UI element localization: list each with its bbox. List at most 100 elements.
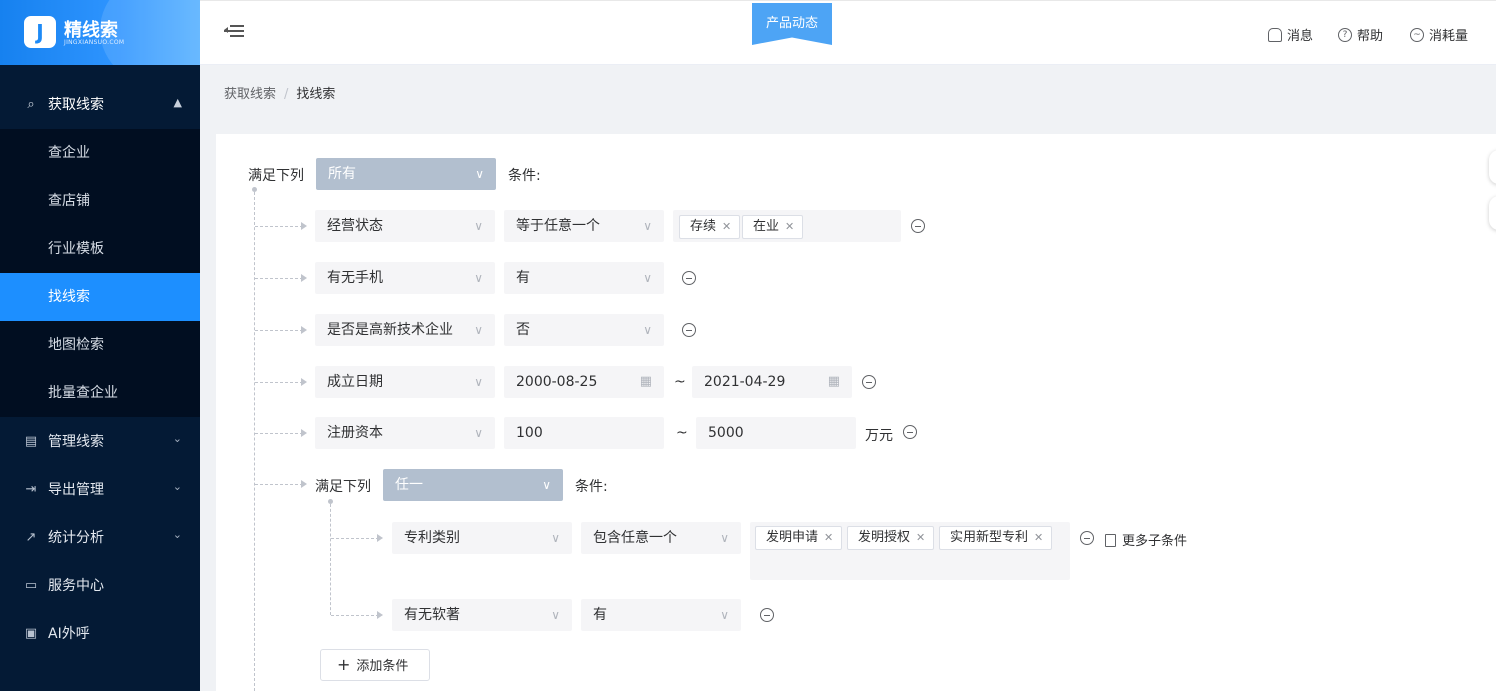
value-text: 有 — [593, 607, 607, 623]
remove-condition-icon[interactable] — [682, 323, 696, 337]
tag-label: 发明申请 — [766, 530, 819, 545]
field-select[interactable]: 有无手机 ∨ — [315, 262, 495, 294]
value-select[interactable]: 有 ∨ — [581, 599, 741, 631]
value-select[interactable]: 有 ∨ — [504, 262, 664, 294]
chevron-down-icon: ∨ — [551, 531, 560, 545]
sidebar-item-export[interactable]: ⇥ 导出管理 ⌄ — [0, 465, 200, 513]
root-match-select[interactable]: 所有 ∨ — [316, 158, 496, 190]
value-text: 有 — [516, 270, 530, 286]
floating-tab[interactable] — [1489, 196, 1496, 230]
chevron-down-icon: ∨ — [474, 426, 483, 440]
unit-label: 万元 — [865, 428, 893, 444]
sidebar-item-query-company[interactable]: 查企业 — [0, 129, 200, 177]
field-value: 成立日期 — [327, 374, 383, 390]
remove-condition-icon[interactable] — [682, 271, 696, 285]
help-link[interactable]: ? 帮助 — [1338, 25, 1383, 44]
sidebar-item-service[interactable]: ▭ 服务中心 — [0, 561, 200, 609]
field-select[interactable]: 专利类别 ∨ — [392, 522, 572, 554]
tag: 在业 ✕ — [742, 215, 804, 239]
clipboard-icon: ▤ — [24, 433, 38, 449]
remove-condition-icon[interactable] — [911, 219, 925, 233]
remove-condition-icon[interactable] — [760, 608, 774, 622]
chevron-down-icon: ∨ — [720, 608, 729, 622]
field-select[interactable]: 成立日期 ∨ — [315, 366, 495, 398]
capital-to-input[interactable]: 5000 — [696, 417, 856, 449]
range-separator: ~ — [676, 425, 688, 441]
close-icon[interactable]: ✕ — [824, 531, 833, 544]
sidebar-item-ai-call[interactable]: ▣ AI外呼 — [0, 609, 200, 657]
tag-select[interactable]: 发明申请 ✕ 发明授权 ✕ 实用新型专利 ✕ — [750, 522, 1070, 580]
chevron-up-icon: ▲ — [173, 96, 182, 109]
card-icon: ▭ — [24, 577, 38, 593]
breadcrumb-current: 找线索 — [296, 87, 336, 102]
field-value: 经营状态 — [327, 218, 383, 234]
remove-condition-icon[interactable] — [862, 375, 876, 389]
messages-link[interactable]: 消息 — [1268, 25, 1313, 44]
remove-condition-icon[interactable] — [903, 425, 917, 439]
menu-group-label: 获取线索 — [48, 97, 104, 113]
field-value: 有无软著 — [404, 607, 460, 623]
collapse-menu-icon[interactable] — [224, 23, 244, 39]
tag-label: 实用新型专利 — [950, 530, 1029, 545]
chart-icon: ↗ — [25, 529, 37, 545]
close-icon[interactable]: ✕ — [1034, 531, 1043, 544]
floating-tab[interactable] — [1489, 150, 1496, 184]
help-label: 帮助 — [1357, 29, 1384, 44]
logo[interactable]: J 精线索 JINGXIANSUO.COM — [0, 0, 200, 65]
chevron-down-icon: ∨ — [551, 608, 560, 622]
subgroup-match-select[interactable]: 任一 ∨ — [383, 469, 563, 501]
chevron-down-icon: ∨ — [643, 271, 652, 285]
field-select[interactable]: 经营状态 ∨ — [315, 210, 495, 242]
root-prefix: 满足下列 — [248, 168, 304, 184]
sidebar: J 精线索 JINGXIANSUO.COM ⌕ 获取线索 ▲ 查企业 查店铺 行… — [0, 0, 200, 691]
more-subconditions-label: 更多子条件 — [1122, 534, 1188, 549]
bell-icon — [1268, 27, 1282, 42]
chevron-down-icon: ∨ — [475, 167, 484, 181]
close-icon[interactable]: ✕ — [785, 220, 794, 233]
breadcrumb-item[interactable]: 获取线索 — [224, 87, 276, 102]
field-select[interactable]: 有无软著 ∨ — [392, 599, 572, 631]
capital-from-value: 100 — [516, 425, 543, 441]
usage-link[interactable]: ~ 消耗量 — [1410, 25, 1468, 44]
sidebar-item-query-shop[interactable]: 查店铺 — [0, 177, 200, 225]
search-icon: ⌕ — [27, 96, 35, 112]
close-icon[interactable]: ✕ — [916, 531, 925, 544]
sidebar-item-manage-leads[interactable]: ▤ 管理线索 ⌄ — [0, 417, 200, 465]
sidebar-item-batch-query[interactable]: 批量查企业 — [0, 369, 200, 417]
remove-condition-icon[interactable] — [1080, 531, 1094, 545]
subgroup-prefix: 满足下列 — [315, 479, 371, 495]
product-news-button[interactable]: 产品动态 — [752, 3, 832, 45]
operator-select[interactable]: 包含任意一个 ∨ — [581, 522, 741, 554]
more-subconditions-button[interactable]: 更多子条件 — [1105, 530, 1187, 549]
date-from-value: 2000-08-25 — [516, 374, 598, 390]
operator-select[interactable]: 等于任意一个 ∨ — [504, 210, 664, 242]
ai-call-icon: ▣ — [24, 625, 38, 641]
menu-label: 服务中心 — [48, 578, 104, 594]
tag-select[interactable]: 存续 ✕ 在业 ✕ — [673, 210, 901, 242]
add-condition-button[interactable]: + 添加条件 — [320, 649, 430, 681]
sidebar-item-map-search[interactable]: 地图检索 — [0, 321, 200, 369]
field-select[interactable]: 是否是高新技术企业 ∨ — [315, 314, 495, 346]
tag: 发明申请 ✕ — [755, 526, 843, 550]
menu-label: 统计分析 — [48, 530, 104, 546]
top-header: 产品动态 消息 ? 帮助 ~ 消耗量 — [200, 0, 1496, 65]
document-icon — [1105, 534, 1116, 547]
tag-label: 发明授权 — [858, 530, 911, 545]
value-select[interactable]: 否 ∨ — [504, 314, 664, 346]
capital-from-input[interactable]: 100 — [504, 417, 664, 449]
sidebar-item-find-leads[interactable]: 找线索 — [0, 273, 200, 321]
usage-label: 消耗量 — [1429, 29, 1469, 44]
date-to-value: 2021-04-29 — [704, 374, 786, 390]
sidebar-item-industry-template[interactable]: 行业模板 — [0, 225, 200, 273]
field-value: 有无手机 — [327, 270, 383, 286]
close-icon[interactable]: ✕ — [722, 220, 731, 233]
date-from-input[interactable]: 2000-08-25 ▦ — [504, 366, 664, 398]
date-to-input[interactable]: 2021-04-29 ▦ — [692, 366, 852, 398]
calendar-icon: ▦ — [639, 374, 652, 389]
sidebar-item-stats[interactable]: ↗ 统计分析 ⌄ — [0, 513, 200, 561]
field-select[interactable]: 注册资本 ∨ — [315, 417, 495, 449]
subgroup-match-value: 任一 — [395, 477, 423, 493]
menu-label: 导出管理 — [48, 482, 104, 498]
chevron-down-icon: ∨ — [474, 323, 483, 337]
menu-group-get-leads[interactable]: ⌕ 获取线索 ▲ — [0, 80, 200, 128]
